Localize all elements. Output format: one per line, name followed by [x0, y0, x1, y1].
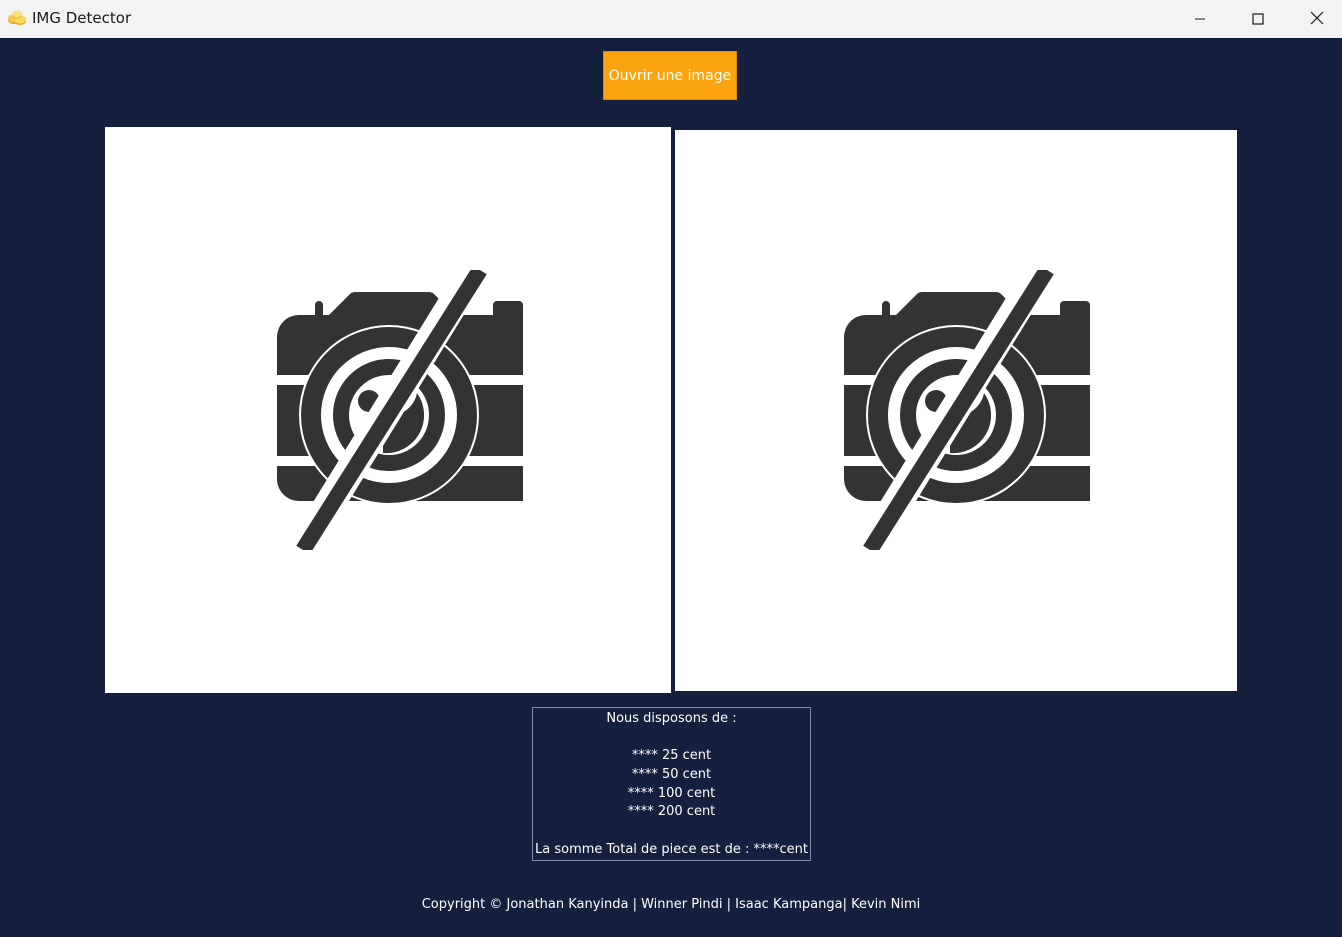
no-camera-icon — [844, 270, 1090, 550]
maximize-button[interactable] — [1229, 0, 1287, 38]
maximize-icon — [1252, 10, 1264, 29]
summary-total: La somme Total de piece est de : ****cen… — [535, 842, 808, 857]
app-window: IMG Detector Ouvrir une image Nous dispo… — [0, 0, 1342, 937]
open-image-button[interactable]: Ouvrir une image — [603, 51, 737, 100]
coin-summary-box: Nous disposons de : **** 25 cent **** 50… — [532, 707, 811, 861]
coin-count-25: **** 25 cent — [631, 748, 712, 763]
no-camera-icon — [277, 270, 523, 550]
original-image-panel — [105, 127, 671, 693]
summary-heading: Nous disposons de : — [606, 711, 737, 726]
copyright-footer: Copyright © Jonathan Kanyinda | Winner P… — [421, 897, 921, 912]
title-bar[interactable]: IMG Detector — [0, 0, 1342, 38]
detected-image-panel — [675, 130, 1237, 691]
close-button[interactable] — [1288, 0, 1342, 38]
coins-app-icon — [7, 10, 27, 26]
coin-count-200: **** 200 cent — [627, 804, 716, 819]
window-title: IMG Detector — [32, 9, 132, 27]
minimize-icon — [1194, 10, 1206, 29]
minimize-button[interactable] — [1171, 0, 1229, 38]
close-icon — [1310, 10, 1324, 29]
coin-count-100: **** 100 cent — [627, 786, 716, 801]
coin-count-50: **** 50 cent — [631, 767, 712, 782]
